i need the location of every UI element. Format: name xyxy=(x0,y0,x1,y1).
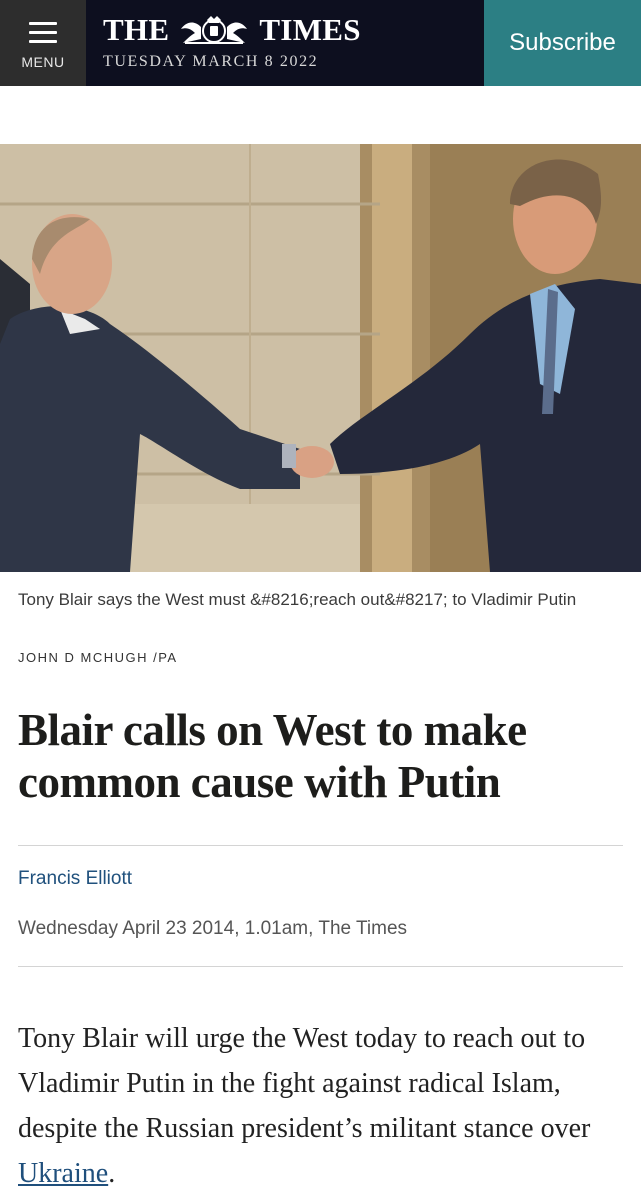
photo-credit: JOHN D MCHUGH /PA xyxy=(18,650,178,665)
photo-caption: Tony Blair says the West must &#8216;rea… xyxy=(18,590,577,609)
article-dateline: Wednesday April 23 2014, 1.01am, The Tim… xyxy=(18,918,408,939)
hamburger-menu-icon xyxy=(29,22,57,43)
body-text-after: . xyxy=(108,1158,116,1189)
ukraine-link[interactable]: Ukraine xyxy=(18,1158,108,1189)
article-body-paragraph: Tony Blair will urge the West today to r… xyxy=(18,1016,628,1196)
subscribe-button[interactable]: Subscribe xyxy=(484,0,641,86)
article-headline: Blair calls on West to make common cause… xyxy=(18,705,527,807)
royal-crest-icon xyxy=(181,15,248,44)
masthead-logo[interactable]: THE TIMES TUESDAY MARCH 8 2022 xyxy=(103,14,361,71)
masthead-the: THE xyxy=(103,12,170,47)
site-header: MENU THE TIMES TUESDAY MARCH 8 2022 Subs… xyxy=(0,0,641,86)
author-link[interactable]: Francis Elliott xyxy=(18,868,132,890)
body-text-before: Tony Blair will urge the West today to r… xyxy=(18,1023,591,1144)
menu-label: MENU xyxy=(21,54,65,70)
article-photo xyxy=(0,144,641,572)
masthead-date: TUESDAY MARCH 8 2022 xyxy=(103,53,319,70)
divider-bottom xyxy=(18,966,623,967)
masthead-title: THE TIMES xyxy=(103,14,361,45)
divider-top xyxy=(18,845,623,846)
menu-button[interactable]: MENU xyxy=(0,0,86,86)
masthead-times: TIMES xyxy=(259,12,361,47)
